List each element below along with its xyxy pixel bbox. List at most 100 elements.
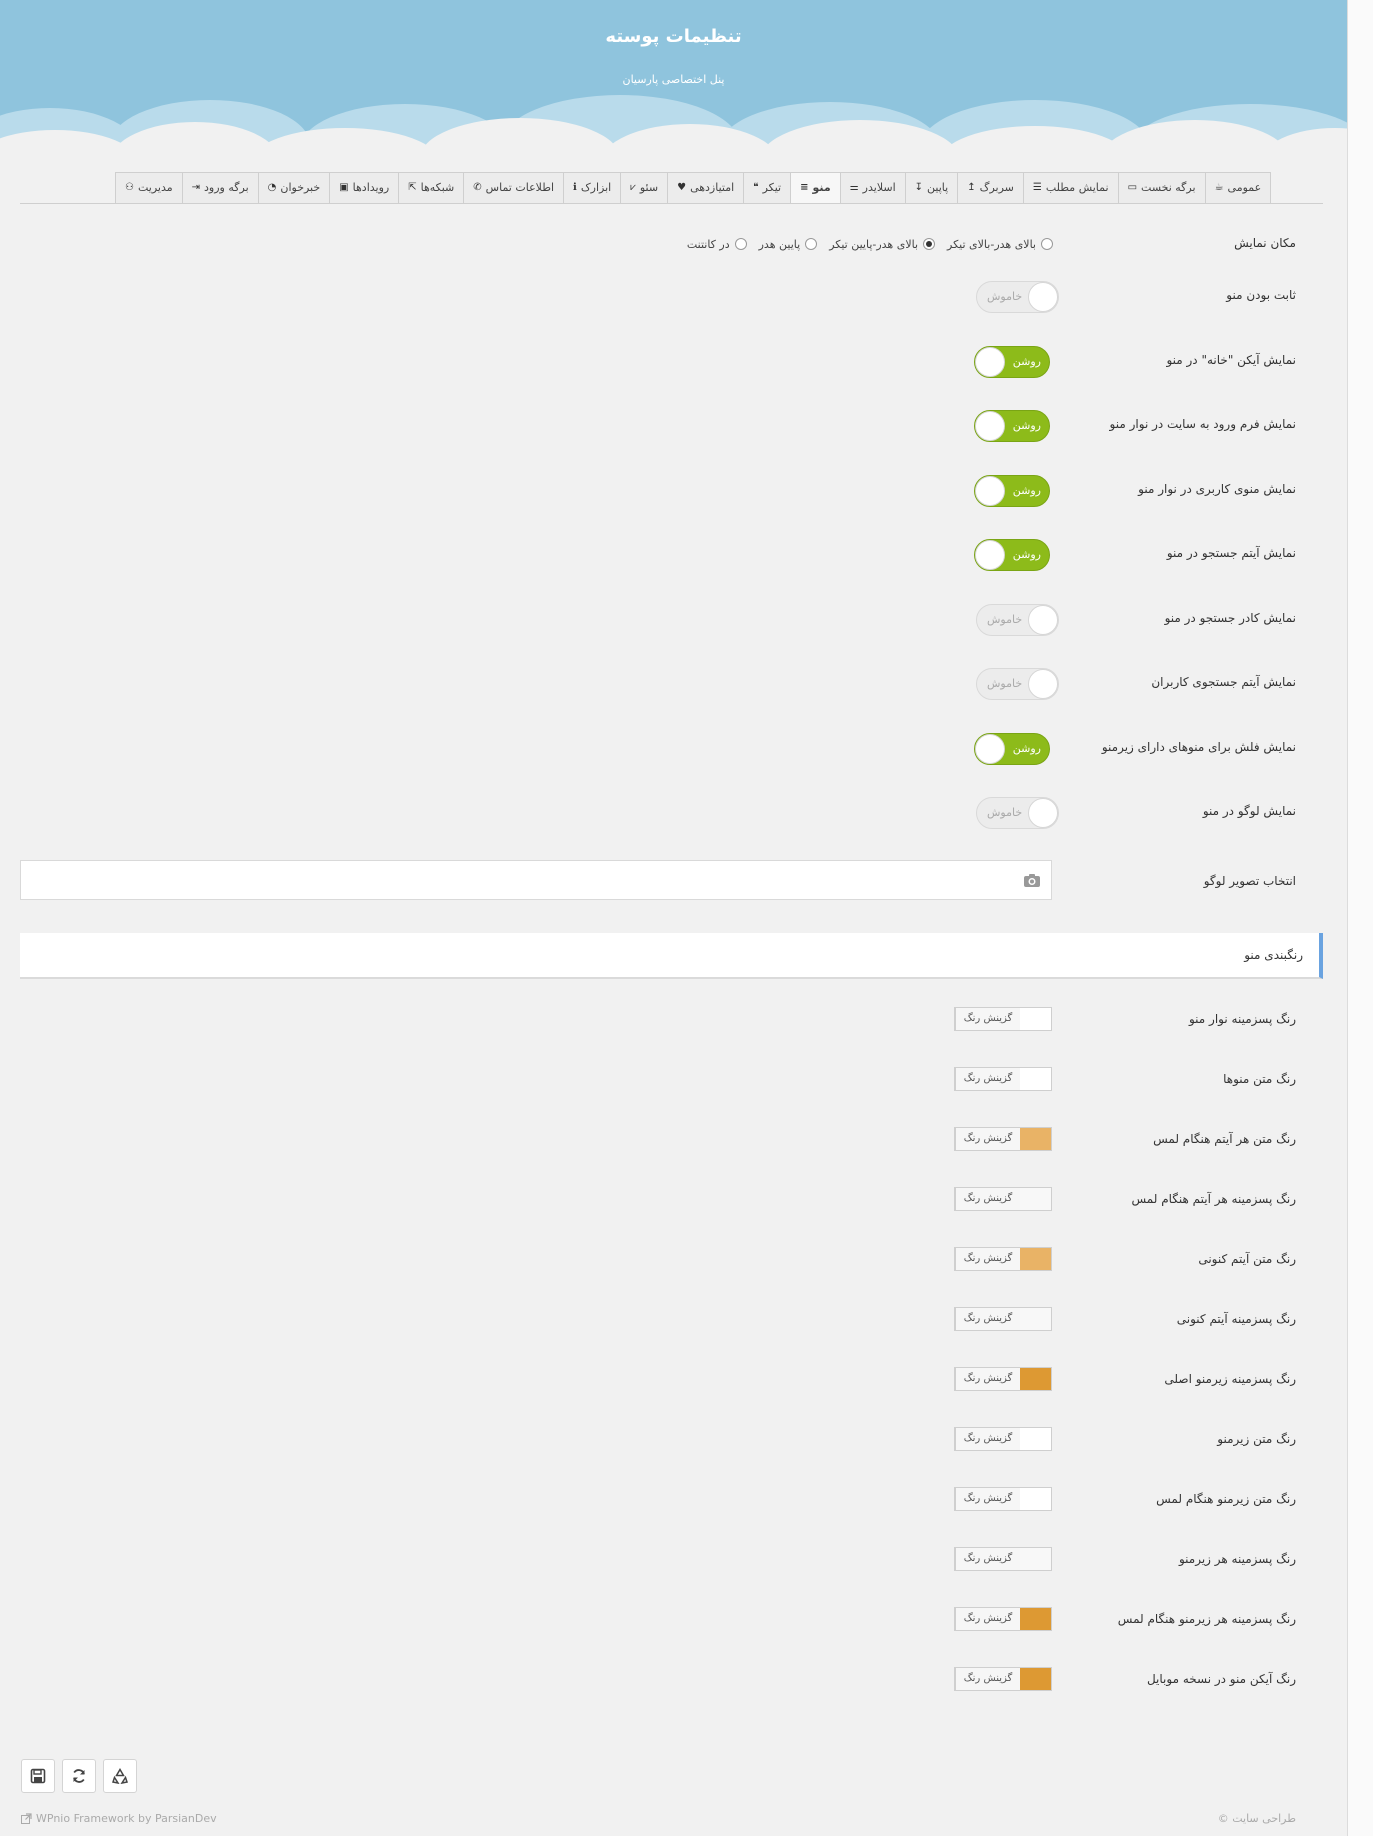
tab-arrow-down[interactable]: ↧ پاپین [904,172,959,204]
toggle-switch[interactable]: روشن [974,732,1050,765]
display-location-option[interactable]: بالای هدر-پایین تیکر [829,238,936,251]
external-link-icon [21,1813,32,1824]
tab-bars[interactable]: ≡ منو [790,172,841,204]
toggle-state-label: خاموش [987,290,1023,303]
color-swatch[interactable] [1020,1308,1051,1330]
tab-label: منو [812,181,831,194]
tab-calendar[interactable]: ▣ رویدادها [329,172,400,204]
tab-chart[interactable]: ⩗ سئو [620,172,669,204]
color-swatch[interactable] [1020,1188,1051,1210]
footer-credit-text[interactable]: WPnio Framework by ParsianDev [36,1812,217,1825]
radio-button[interactable] [1041,238,1053,250]
color-picker[interactable]: گزینش رنگ [954,1007,1052,1031]
toggle-switch[interactable]: خاموش [976,668,1059,700]
toggle-switch[interactable]: روشن [974,345,1050,378]
tab-info[interactable]: ℹ ابزارک [563,172,622,204]
color-picker[interactable]: گزینش رنگ [954,1187,1052,1211]
toggle-row-label: نمایش آیتم جستجو در منو [1166,546,1296,560]
logo-upload-field[interactable] [20,860,1052,900]
tab-desktop[interactable]: ▭ برگه نخست [1117,172,1206,204]
footer-credit[interactable]: WPnio Framework by ParsianDev [21,1812,217,1825]
color-picker[interactable]: گزینش رنگ [954,1667,1052,1691]
select-color-button[interactable]: گزینش رنگ [955,1008,1020,1030]
color-swatch[interactable] [1020,1368,1051,1390]
bars-icon: ≡ [800,182,809,193]
tab-arrow-up[interactable]: ↥ سربرگ [957,172,1024,204]
toggle-knob[interactable] [975,733,1005,764]
tab-sliders[interactable]: ⚌ اسلایدر [839,172,906,204]
toggle-switch[interactable]: خاموش [976,281,1059,313]
camera-icon[interactable] [1023,871,1041,889]
select-color-button[interactable]: گزینش رنگ [955,1308,1020,1330]
color-picker[interactable]: گزینش رنگ [954,1607,1052,1631]
toggle-state-label: روشن [1012,419,1041,432]
radio-button[interactable] [805,238,818,250]
select-color-button[interactable]: گزینش رنگ [955,1128,1020,1150]
color-picker[interactable]: گزینش رنگ [954,1247,1052,1271]
color-swatch[interactable] [1020,1008,1051,1030]
color-swatch[interactable] [1020,1248,1051,1270]
select-color-button[interactable]: گزینش رنگ [955,1488,1020,1510]
select-color-button[interactable]: گزینش رنگ [955,1188,1020,1210]
tab-share[interactable]: ⇱ شبکه‌ها [398,172,465,204]
toggle-knob[interactable] [975,411,1005,441]
color-swatch[interactable] [1020,1548,1051,1570]
tab-label: امتیازدهی [690,181,735,194]
color-picker[interactable]: گزینش رنگ [954,1067,1052,1091]
color-picker[interactable]: گزینش رنگ [954,1307,1052,1331]
tab-rss[interactable]: ◔ خبرخوان [257,172,331,204]
tab-phone[interactable]: ✆ اطلاعات تماس [463,172,565,204]
toggle-switch[interactable]: روشن [974,539,1050,571]
quote-icon: ❝ [753,182,759,193]
select-color-button[interactable]: گزینش رنگ [955,1068,1020,1090]
toggle-knob[interactable] [1028,798,1058,828]
save-button[interactable] [21,1759,55,1793]
tab-label: تیکر [762,181,782,194]
select-color-button[interactable]: گزینش رنگ [955,1368,1020,1390]
select-color-button[interactable]: گزینش رنگ [955,1668,1020,1690]
select-color-button[interactable]: گزینش رنگ [955,1248,1020,1270]
tab-bar: ☕ عمومی ▭ برگه نخست ☰ نمایش مطلب ↥ سربرگ ↧ پاپین ⚌… [115,172,1272,204]
tab-coffee[interactable]: ☕ عمومی [1204,172,1272,204]
color-picker[interactable]: گزینش رنگ [954,1367,1052,1391]
tab-binoculars[interactable]: ⚇ مدیریت [115,172,183,204]
toggle-switch[interactable]: خاموش [976,797,1059,829]
toggle-switch[interactable]: روشن [974,410,1050,442]
color-swatch[interactable] [1020,1428,1051,1450]
toggle-knob[interactable] [1028,282,1058,312]
display-location-label: مکان نمایش [1234,236,1296,250]
radio-button[interactable] [734,238,747,250]
color-swatch[interactable] [1020,1608,1051,1630]
reset-button[interactable] [103,1759,137,1793]
color-swatch[interactable] [1020,1488,1051,1510]
rss-icon: ◔ [267,182,277,193]
color-picker[interactable]: گزینش رنگ [954,1127,1052,1151]
toggle-knob[interactable] [1028,604,1058,635]
display-location-option[interactable]: پایین هدر [759,238,818,251]
scrollbar[interactable] [1347,0,1373,1836]
tab-heart[interactable]: ♥ امتیازدهی [667,172,745,204]
color-picker[interactable]: گزینش رنگ [954,1547,1052,1571]
radio-button[interactable] [923,238,936,250]
display-location-option[interactable]: بالای هدر-بالای تیکر [947,238,1053,251]
select-color-button[interactable]: گزینش رنگ [955,1428,1020,1450]
toggle-knob[interactable] [1028,669,1058,699]
toggle-knob[interactable] [975,540,1005,570]
color-swatch[interactable] [1020,1668,1051,1690]
color-swatch[interactable] [1020,1128,1051,1150]
tab-list[interactable]: ☰ نمایش مطلب [1022,172,1119,204]
toggle-knob[interactable] [975,475,1005,506]
color-swatch[interactable] [1020,1068,1051,1090]
tab-label: برگه نخست [1141,181,1196,194]
color-picker[interactable]: گزینش رنگ [954,1427,1052,1451]
tab-sign-in[interactable]: ⇥ برگه ورود [181,172,259,204]
display-location-option[interactable]: در کانتنت [687,238,747,251]
toggle-switch[interactable]: خاموش [976,603,1059,636]
select-color-button[interactable]: گزینش رنگ [955,1608,1020,1630]
tab-quote[interactable]: ❝ تیکر [743,172,792,204]
select-color-button[interactable]: گزینش رنگ [955,1548,1020,1570]
toggle-switch[interactable]: روشن [974,474,1050,507]
color-picker[interactable]: گزینش رنگ [954,1487,1052,1511]
toggle-knob[interactable] [975,346,1005,377]
refresh-button[interactable] [62,1759,96,1793]
